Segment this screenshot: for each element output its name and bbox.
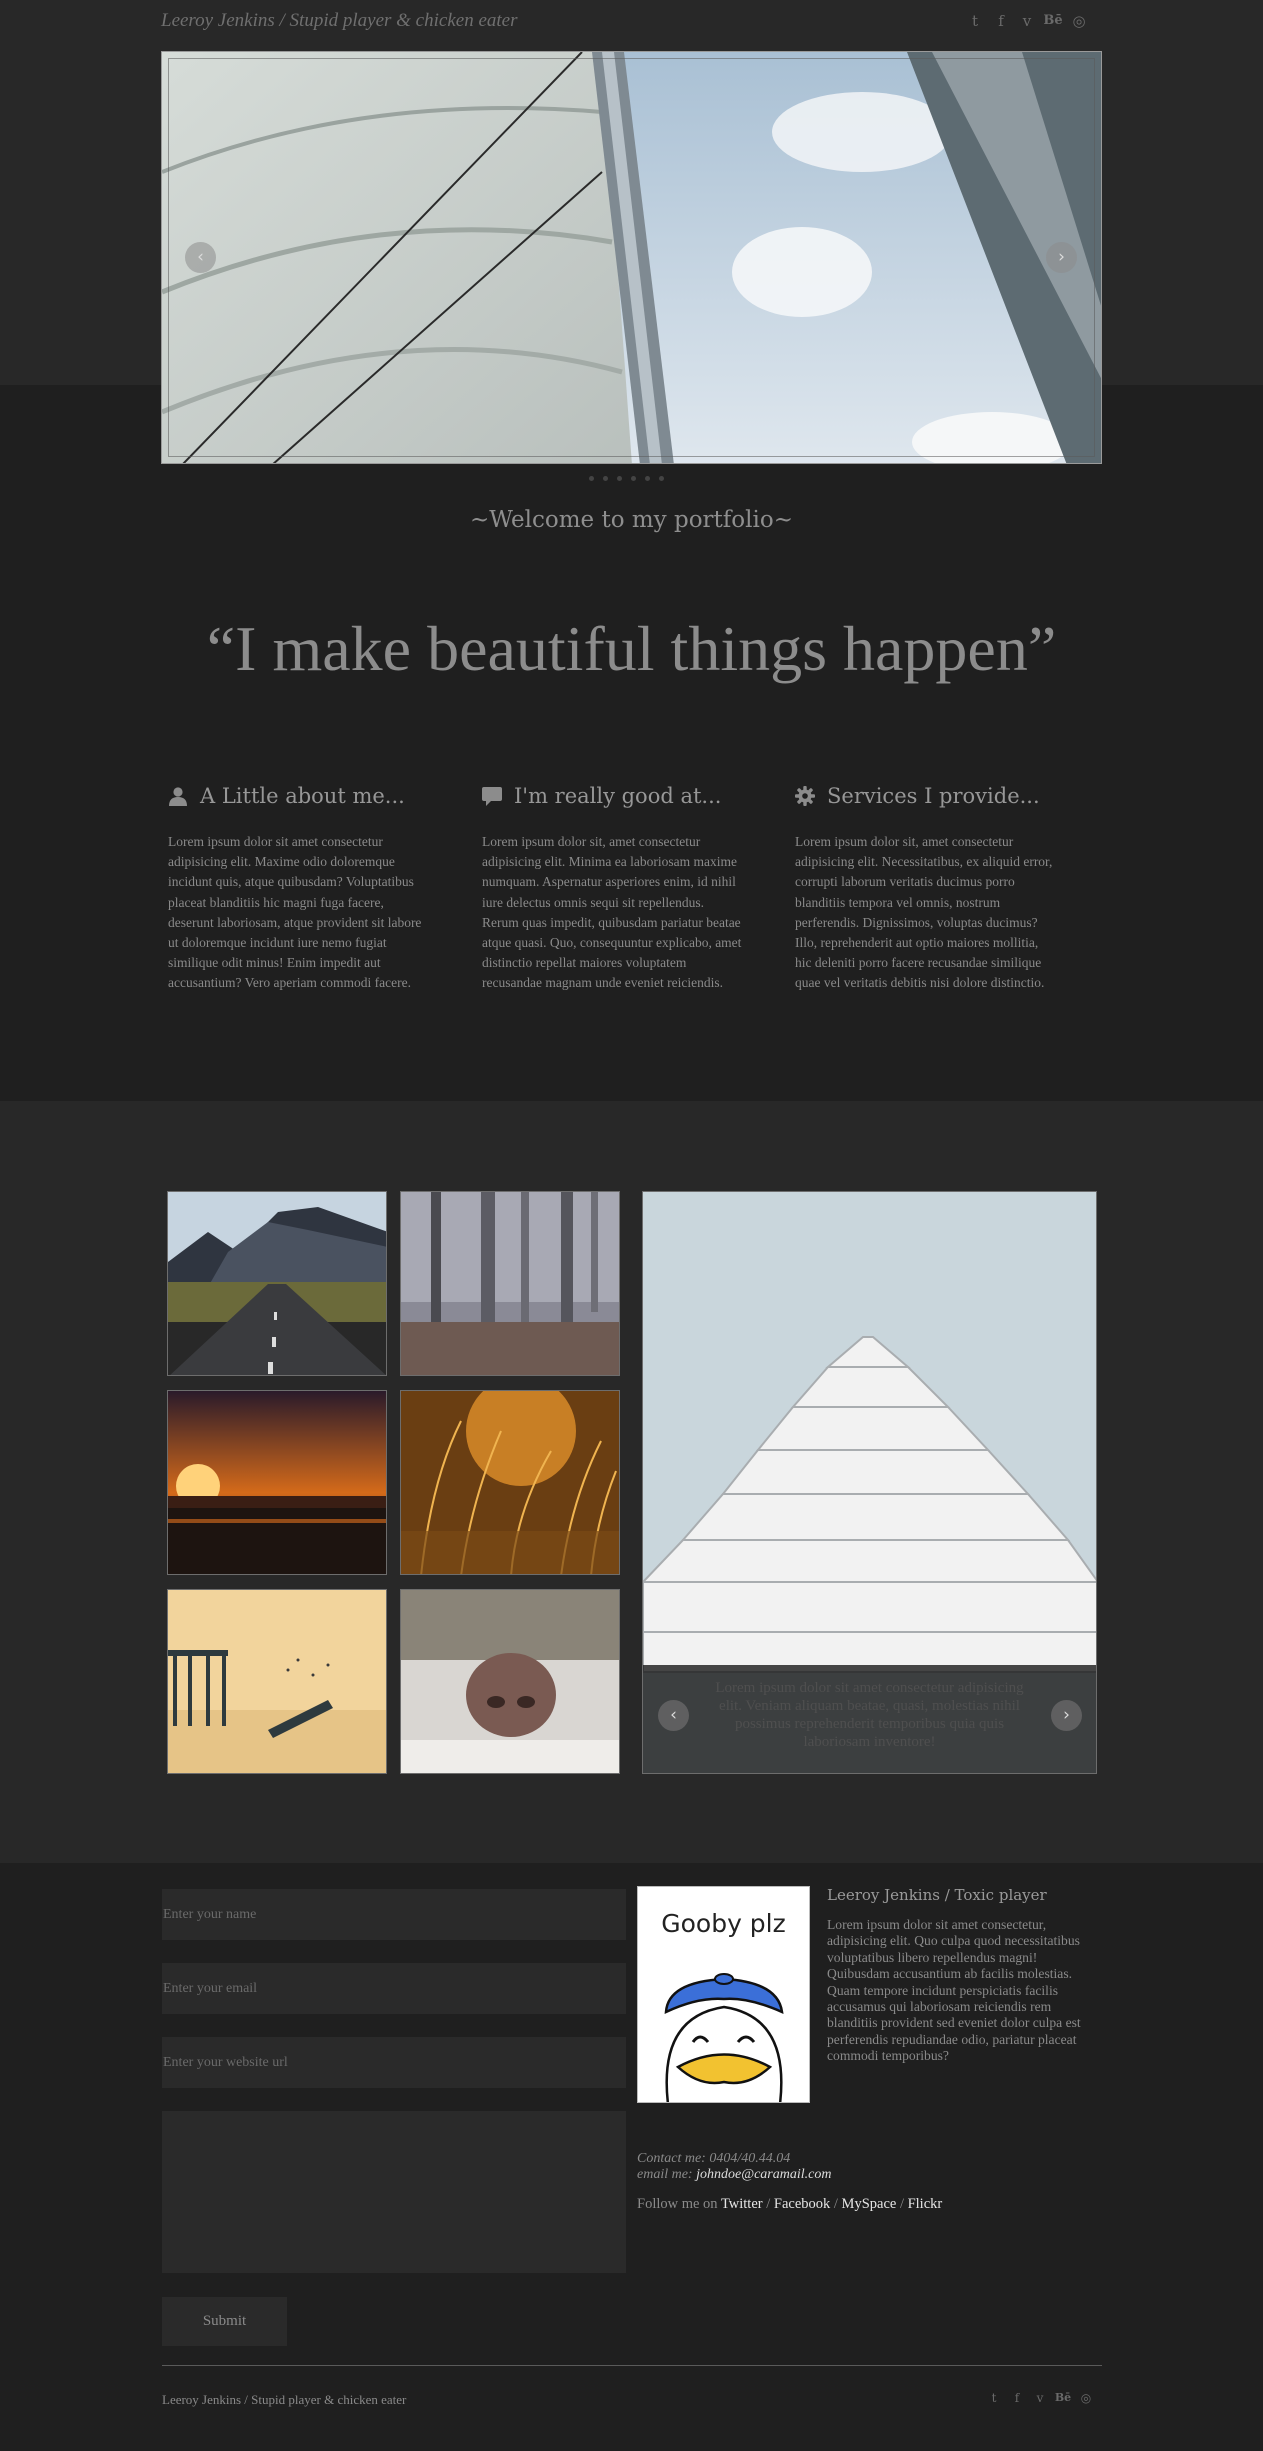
footer-title: Leeroy Jenkins / Stupid player & chicken… (162, 2392, 407, 2407)
slider-dot[interactable] (589, 476, 594, 481)
twitter-link[interactable]: Twitter (721, 2196, 763, 2212)
vimeo-icon[interactable]: v (1016, 14, 1038, 36)
about-text: Lorem ipsum dolor sit amet consectetur a… (168, 834, 422, 991)
services-heading: Services I provide... (795, 784, 1055, 808)
site-title[interactable]: Leeroy Jenkins / Stupid player & chicken… (161, 10, 517, 32)
slider-dot[interactable] (659, 476, 664, 481)
gallery-thumb-cat-nose[interactable] (400, 1589, 620, 1774)
slide-image-sails (162, 52, 1101, 463)
slider-dot[interactable] (645, 476, 650, 481)
facebook-icon[interactable]: f (1008, 2392, 1026, 2410)
profile-bio: Lorem ipsum dolor sit amet consectetur, … (827, 1917, 1081, 2064)
dribbble-icon[interactable]: ◎ (1077, 2392, 1095, 2410)
services-text: Lorem ipsum dolor sit, amet consectetur … (795, 834, 1053, 991)
slider-dot[interactable] (603, 476, 608, 481)
slider-prev-arrow[interactable]: ‹ (185, 242, 216, 273)
behance-icon[interactable]: Bē (1042, 14, 1064, 36)
gallery-thumb-forest[interactable] (400, 1191, 620, 1376)
phone-number: 0404/40.44.04 (709, 2151, 791, 2166)
website-field[interactable]: Enter your website url (162, 2037, 626, 2088)
contact-info: Contact me: 0404/40.44.04 email me: john… (637, 2151, 831, 2183)
skills-text: Lorem ipsum dolor sit, amet consectetur … (482, 834, 742, 991)
submit-button[interactable]: Submit (162, 2297, 287, 2346)
email-link[interactable]: johndoe@caramail.com (696, 2167, 831, 2182)
comment-icon (482, 786, 502, 806)
gallery-thumb-grass[interactable] (400, 1390, 620, 1575)
avatar: Gooby plz (637, 1886, 810, 2103)
slider-pagination (589, 476, 664, 481)
message-textarea[interactable] (162, 2111, 626, 2273)
follow-links: Follow me on Twitter / Facebook / MySpac… (637, 2196, 942, 2213)
feature-caption: Lorem ipsum dolor sit amet consectetur a… (643, 1665, 1096, 1773)
slider-dot[interactable] (617, 476, 622, 481)
duck-avatar-image (664, 1973, 784, 2102)
twitter-icon[interactable]: t (964, 14, 986, 36)
about-heading: A Little about me... (168, 784, 428, 808)
slider-next-arrow[interactable]: › (1046, 242, 1077, 273)
user-icon (168, 786, 188, 806)
feature-next-arrow[interactable]: › (1051, 1700, 1082, 1731)
skills-title: I'm really good at... (514, 784, 722, 808)
vimeo-icon[interactable]: v (1031, 2392, 1049, 2410)
about-title: A Little about me... (200, 784, 405, 808)
footer-social-links: t f v Bē ◎ (985, 2392, 1095, 2410)
flickr-link[interactable]: Flickr (908, 2196, 943, 2212)
profile-name: Leeroy Jenkins / Toxic player (827, 1886, 1047, 1904)
gallery-feature-slider[interactable]: Lorem ipsum dolor sit amet consectetur a… (642, 1191, 1097, 1774)
gear-icon (795, 786, 815, 806)
feature-caption-text: Lorem ipsum dolor sit amet consectetur a… (715, 1680, 1024, 1750)
email-field[interactable]: Enter your email (162, 1963, 626, 2014)
tagline-quote: “I make beautiful things happen” (206, 613, 1057, 684)
services-column: Services I provide... Lorem ipsum dolor … (795, 784, 1055, 994)
contact-label: Contact me: (637, 2151, 706, 2166)
dribbble-icon[interactable]: ◎ (1068, 14, 1090, 36)
header-social-links: t f v Bē ◎ (964, 14, 1090, 36)
email-line: email me: johndoe@caramail.com (637, 2167, 831, 2183)
skills-column: I'm really good at... Lorem ipsum dolor … (482, 784, 742, 994)
link-separator: / (830, 2196, 842, 2212)
phone-line: Contact me: 0404/40.44.04 (637, 2151, 831, 2167)
feature-prev-arrow[interactable]: ‹ (658, 1700, 689, 1731)
services-title: Services I provide... (827, 784, 1040, 808)
myspace-link[interactable]: MySpace (842, 2196, 897, 2212)
slider-dot[interactable] (631, 476, 636, 481)
follow-label: Follow me on (637, 2196, 718, 2212)
link-separator: / (762, 2196, 774, 2212)
footer-divider (162, 2365, 1102, 2366)
name-field[interactable]: Enter your name (162, 1889, 626, 1940)
gallery-thumb-sunset[interactable] (167, 1390, 387, 1575)
welcome-heading: ~Welcome to my portfolio~ (470, 507, 793, 533)
skills-heading: I'm really good at... (482, 784, 742, 808)
twitter-icon[interactable]: t (985, 2392, 1003, 2410)
hero-slider[interactable]: ‹ › (161, 51, 1102, 464)
about-column: A Little about me... Lorem ipsum dolor s… (168, 784, 428, 994)
email-label: email me: (637, 2167, 693, 2182)
facebook-icon[interactable]: f (990, 14, 1012, 36)
facebook-link[interactable]: Facebook (774, 2196, 830, 2212)
gallery-thumb-pier[interactable] (167, 1589, 387, 1774)
gallery-thumb-road[interactable] (167, 1191, 387, 1376)
behance-icon[interactable]: Bē (1054, 2392, 1072, 2410)
link-separator: / (896, 2196, 908, 2212)
